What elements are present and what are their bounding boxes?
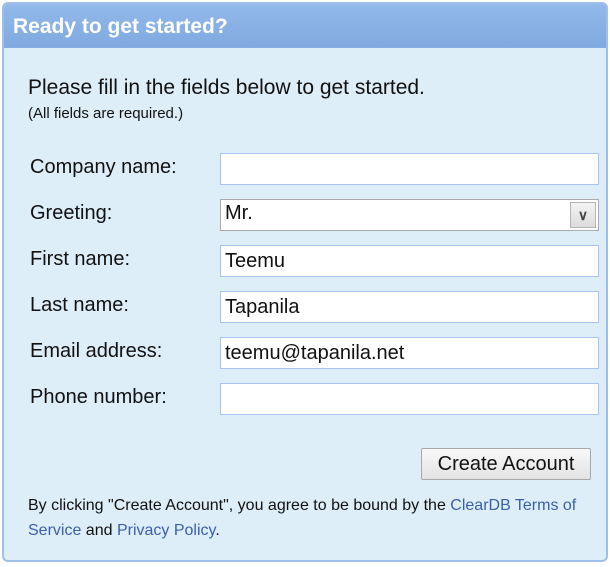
required-note: (All fields are required.)	[28, 105, 184, 122]
greeting-value: Mr.	[225, 202, 253, 224]
create-account-button[interactable]: Create Account	[421, 448, 591, 480]
first-name-row: First name:	[30, 245, 602, 277]
last-name-input[interactable]	[220, 291, 599, 323]
phone-input[interactable]	[220, 383, 599, 415]
company-name-input[interactable]	[220, 153, 599, 185]
email-input[interactable]	[220, 337, 599, 369]
greeting-select[interactable]: Mr. ∨	[220, 199, 599, 231]
greeting-row: Greeting: Mr. ∨	[30, 199, 602, 231]
panel-title: Ready to get started?	[4, 4, 606, 48]
terms-period: .	[215, 522, 220, 539]
phone-label: Phone number:	[30, 386, 167, 408]
terms-and: and	[81, 522, 117, 539]
greeting-label: Greeting:	[30, 202, 113, 224]
terms-text: By clicking "Create Account", you agree …	[28, 497, 451, 514]
privacy-link[interactable]: Privacy Policy	[117, 522, 215, 539]
last-name-label: Last name:	[30, 294, 129, 316]
signup-panel: Ready to get started? Please fill in the…	[2, 2, 608, 562]
company-row: Company name:	[30, 153, 602, 185]
email-label: Email address:	[30, 340, 163, 362]
company-label: Company name:	[30, 156, 177, 178]
first-name-input[interactable]	[220, 245, 599, 277]
intro-text: Please fill in the fields below to get s…	[28, 76, 425, 99]
terms-note: By clicking "Create Account", you agree …	[28, 493, 588, 543]
last-name-row: Last name:	[30, 291, 602, 323]
phone-row: Phone number:	[30, 383, 602, 415]
first-name-label: First name:	[30, 248, 131, 270]
chevron-down-icon[interactable]: ∨	[570, 202, 596, 228]
email-row: Email address:	[30, 337, 602, 369]
